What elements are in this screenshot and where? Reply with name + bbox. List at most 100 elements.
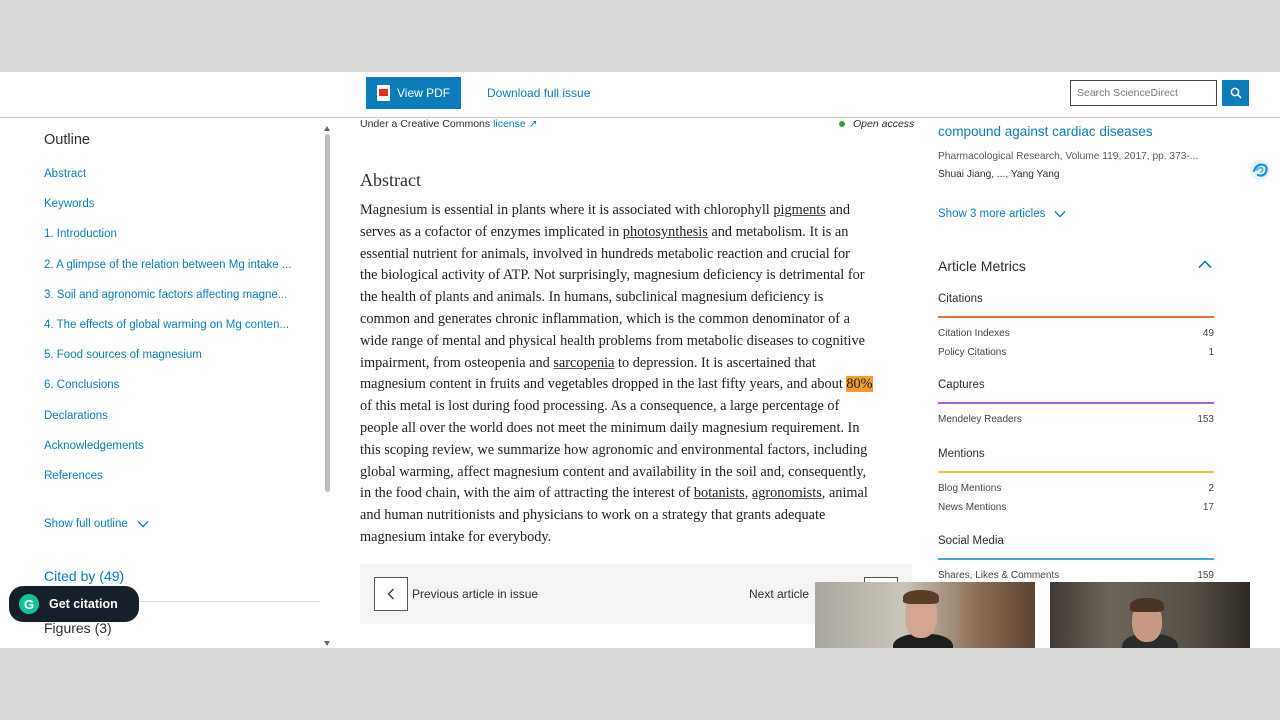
abstract-text: and metabolism. It is an [707, 223, 849, 240]
scroll-down-arrow-icon[interactable] [324, 641, 330, 646]
license-prefix: Under a Creative Commons [360, 118, 491, 130]
grammarly-logo-icon: G [19, 594, 39, 614]
abstract-line: of this metal is lost during food proces… [360, 396, 920, 418]
abstract-text: the biological activity of ATP. Not surp… [360, 267, 865, 284]
cited-by-link[interactable]: Cited by (49) [44, 568, 124, 584]
abstract-text: , [744, 485, 752, 502]
open-access-dot-icon [839, 121, 845, 127]
abstract-text: wide range of mental and physical health… [360, 332, 866, 349]
abstract-text: serves as a cofactor of enzymes implicat… [360, 223, 623, 240]
outline-item-section-3[interactable]: 3. Soil and agronomic factors affecting … [44, 289, 324, 319]
metric-section-line [938, 471, 1214, 473]
external-link-icon: ↗ [528, 118, 538, 130]
related-article-authors: Shuai Jiang, ..., Yang Yang [938, 169, 1060, 180]
abstract-text: essential nutrient for animals, involved… [360, 245, 850, 262]
previous-article-button[interactable] [374, 577, 408, 611]
show-full-outline-button[interactable]: Show full outline [44, 518, 149, 530]
webcam-video-1 [815, 582, 1035, 648]
abstract-text: in the food chain, with the aim of attra… [360, 485, 694, 502]
metrics-mentions: Mentions Blog Mentions 2 News Mentions 17 [938, 448, 1214, 520]
show-more-articles-button[interactable]: Show 3 more articles [938, 208, 1066, 220]
abstract-line: the biological activity of ATP. Not surp… [360, 265, 920, 287]
glossary-term-link[interactable]: agronomists [752, 485, 822, 501]
abstract-text: Magnesium is essential in plants where i… [360, 202, 774, 218]
outline-list: Abstract Keywords 1. Introduction 2. A g… [44, 168, 324, 500]
abstract-line: impairment, from osteopenia and sarcopen… [360, 353, 920, 375]
figures-link[interactable]: Figures (3) [44, 620, 112, 636]
outline-scrollbar[interactable] [323, 124, 332, 646]
abstract-text: and [825, 202, 850, 218]
metric-row: Mendeley Readers 153 [938, 414, 1214, 425]
show-full-outline-label: Show full outline [44, 518, 128, 530]
abstract-text: , animal [821, 485, 868, 502]
metrics-captures: Captures Mendeley Readers 153 [938, 379, 1214, 433]
abstract-text: this scoping review, we summarize how ag… [360, 441, 868, 458]
outline-item-declarations[interactable]: Declarations [44, 410, 324, 440]
glossary-term-link[interactable]: sarcopenia [553, 355, 614, 371]
outline-panel: Outline Abstract Keywords 1. Introductio… [44, 132, 324, 500]
abstract-line: wide range of mental and physical health… [360, 331, 920, 353]
metric-row: Policy Citations 1 [938, 346, 1214, 358]
abstract-line: common and generates chronic inflammatio… [360, 309, 920, 331]
metric-section-title: Captures [938, 379, 985, 391]
metric-row: Citation Indexes 49 [938, 328, 1214, 339]
abstract-text: magnesium content in fruits and vegetabl… [360, 376, 847, 393]
glossary-term-link[interactable]: pigments [773, 202, 825, 218]
related-article-title[interactable]: compound against cardiac diseases [938, 124, 1153, 139]
metric-section-title: Mentions [938, 448, 985, 460]
webcam-video-2 [1050, 582, 1250, 648]
outline-item-references[interactable]: References [44, 470, 324, 500]
license-link[interactable]: license ↗ [493, 118, 537, 130]
abstract-line: magnesium intake for everybody. [360, 527, 920, 549]
abstract-heading: Abstract [360, 170, 421, 190]
copilot-icon[interactable] [1248, 158, 1272, 182]
get-citation-button[interactable]: G Get citation [9, 586, 139, 622]
outline-item-conclusions[interactable]: 6. Conclusions [44, 379, 324, 409]
chevron-left-icon [387, 588, 394, 600]
outline-item-introduction[interactable]: 1. Introduction [44, 228, 324, 258]
article-toolbar: View PDF Download full issue [0, 72, 1280, 118]
browser-viewport: View PDF Download full issue Outline Abs… [0, 72, 1280, 648]
download-full-issue-link[interactable]: Download full issue [487, 86, 590, 100]
search-icon [1230, 87, 1242, 99]
outline-item-abstract[interactable]: Abstract [44, 168, 324, 198]
outline-item-acknowledgements[interactable]: Acknowledgements [44, 440, 324, 470]
article-metrics-heading: Article Metrics [938, 258, 1026, 274]
chevron-down-icon [137, 521, 149, 528]
metric-section-line [938, 558, 1214, 560]
abstract-text: people all over the world does not meet … [360, 419, 860, 436]
search-input[interactable] [1070, 80, 1217, 106]
outline-item-section-5[interactable]: 5. Food sources of magnesium [44, 349, 324, 379]
metric-row: Blog Mentions 2 [938, 483, 1214, 494]
glossary-term-link[interactable]: photosynthesis [623, 224, 708, 240]
abstract-line: in the food chain, with the aim of attra… [360, 483, 920, 505]
chevron-up-icon[interactable] [1198, 260, 1212, 269]
metrics-citations: Citations Citation Indexes 49 Policy Cita… [938, 293, 1214, 365]
abstract-line: magnesium content in fruits and vegetabl… [360, 374, 920, 396]
abstract-line: the health of plants and animals. In hum… [360, 287, 920, 309]
abstract-line: serves as a cofactor of enzymes implicat… [360, 222, 920, 244]
abstract-line: global warming, affect magnesium content… [360, 462, 920, 484]
abstract-text: to depression. It is ascertained that [614, 354, 816, 371]
metrics-social-media: Social Media Shares, Likes & Comments 159 [938, 535, 1214, 589]
show-more-articles-label: Show 3 more articles [938, 208, 1046, 220]
scroll-up-arrow-icon[interactable] [324, 126, 330, 131]
view-pdf-label: View PDF [397, 86, 451, 100]
outline-item-section-2[interactable]: 2. A glimpse of the relation between Mg … [44, 259, 324, 289]
next-article-label[interactable]: Next article [749, 587, 809, 601]
abstract-text: impairment, from osteopenia and [360, 354, 554, 371]
abstract-line: Magnesium is essential in plants where i… [360, 200, 920, 222]
search-button[interactable] [1222, 80, 1249, 106]
outline-item-section-4[interactable]: 4. The effects of global warming on Mg c… [44, 319, 324, 349]
metric-section-title: Social Media [938, 535, 1004, 547]
previous-article-label[interactable]: Previous article in issue [412, 587, 538, 601]
abstract-text: common and generates chronic inflammatio… [360, 310, 850, 327]
glossary-term-link[interactable]: botanists [694, 485, 745, 501]
metric-section-line [938, 402, 1214, 404]
outline-item-keywords[interactable]: Keywords [44, 198, 324, 228]
abstract-line: and human nutritionists and physicians t… [360, 505, 920, 527]
scrollbar-thumb[interactable] [325, 134, 330, 492]
view-pdf-button[interactable]: View PDF [366, 77, 461, 109]
abstract-line: essential nutrient for animals, involved… [360, 244, 920, 266]
abstract-text: and human nutritionists and physicians t… [360, 507, 826, 524]
